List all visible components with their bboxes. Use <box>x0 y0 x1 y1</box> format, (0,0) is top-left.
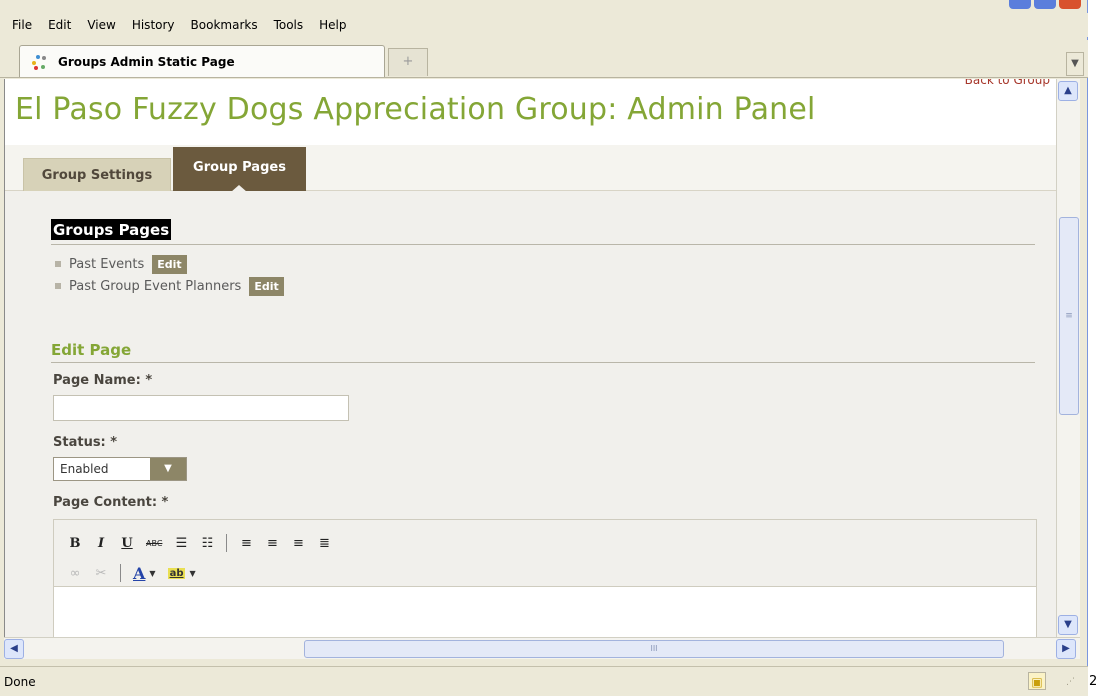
align-center-icon[interactable]: ≡ <box>265 536 279 551</box>
browser-tab-bar: Groups Admin Static Page + ▼ <box>0 40 1088 78</box>
underline-icon[interactable]: U <box>120 536 134 551</box>
status-text: Done <box>4 674 36 689</box>
scroll-up-icon[interactable]: ▲ <box>1058 81 1078 101</box>
vertical-scroll-thumb[interactable]: ≡ <box>1059 217 1079 415</box>
loading-favicon-icon <box>30 53 48 71</box>
numbered-list-icon[interactable]: ☷ <box>200 536 214 551</box>
lock-icon[interactable]: ▣ <box>1028 672 1046 690</box>
maximize-button[interactable] <box>1034 0 1056 9</box>
bullet-icon <box>55 283 61 289</box>
edit-button[interactable]: Edit <box>152 254 187 274</box>
list-item: Past Group Event Planners Edit <box>51 275 284 297</box>
page-content-label: Page Content: * <box>53 495 169 510</box>
status-selected-value: Enabled <box>60 462 109 476</box>
bold-icon[interactable]: B <box>68 536 82 551</box>
edit-page-heading: Edit Page <box>51 341 132 359</box>
page-title: El Paso Fuzzy Dogs Appreciation Group: A… <box>15 92 816 127</box>
page-viewport: Back to Group El Paso Fuzzy Dogs Appreci… <box>4 79 1056 637</box>
strikethrough-icon[interactable]: ABC <box>146 539 162 548</box>
back-to-group-link[interactable]: Back to Group <box>965 79 1050 87</box>
browser-window: File Edit View History Bookmarks Tools H… <box>0 0 1088 696</box>
chevron-down-icon[interactable]: ▼ <box>189 569 195 578</box>
new-tab-button[interactable]: + <box>388 48 428 76</box>
link-icon[interactable]: ∞ <box>68 566 82 581</box>
text-color-icon[interactable]: A <box>133 564 145 583</box>
groups-pages-section: Groups Pages <box>51 219 1035 245</box>
page-name-text: Past Group Event Planners <box>69 278 242 294</box>
resize-grip-icon[interactable]: ⋰ <box>1066 678 1080 693</box>
menu-bar: File Edit View History Bookmarks Tools H… <box>0 13 1088 37</box>
menu-bookmarks[interactable]: Bookmarks <box>183 16 266 34</box>
menu-file[interactable]: File <box>4 16 40 34</box>
bullet-icon <box>55 261 61 267</box>
groups-pages-heading: Groups Pages <box>51 219 172 240</box>
highlight-color-icon[interactable]: ab <box>167 567 186 579</box>
editor-content-area[interactable] <box>54 586 1036 637</box>
menu-history[interactable]: History <box>124 16 183 34</box>
toolbar-separator <box>120 564 121 582</box>
minimize-button[interactable] <box>1009 0 1031 9</box>
rich-text-editor: B I U ABC ☰ ☷ ≡ ≡ ≡ ≣ ∞ ✂ A ▼ ab ▼ <box>53 519 1037 637</box>
scroll-down-icon[interactable]: ▼ <box>1058 615 1078 635</box>
status-bar: Done ▣ ⋰ <box>0 666 1088 696</box>
editor-toolbar-row-1: B I U ABC ☰ ☷ ≡ ≡ ≡ ≣ <box>68 532 331 554</box>
scroll-left-icon[interactable]: ◀ <box>4 639 24 659</box>
page-name-input[interactable] <box>53 395 349 421</box>
edit-button[interactable]: Edit <box>249 276 284 296</box>
toolbar-separator <box>226 534 228 552</box>
menu-view[interactable]: View <box>79 16 123 34</box>
horizontal-scroll-thumb[interactable]: III <box>304 640 1004 658</box>
menu-help[interactable]: Help <box>311 16 354 34</box>
vertical-scrollbar[interactable]: ▲ ≡ ▼ <box>1056 79 1080 637</box>
edit-page-section: Edit Page <box>51 341 1035 363</box>
browser-tab-title: Groups Admin Static Page <box>58 54 235 69</box>
browser-tab[interactable]: Groups Admin Static Page <box>19 45 385 77</box>
tab-group-pages[interactable]: Group Pages <box>173 147 306 192</box>
italic-icon[interactable]: I <box>94 536 108 551</box>
dropdown-arrow-icon[interactable]: ▼ <box>150 458 186 480</box>
tab-group-pages-label: Group Pages <box>193 159 286 175</box>
align-right-icon[interactable]: ≡ <box>291 536 305 551</box>
menu-tools[interactable]: Tools <box>266 16 312 34</box>
scroll-right-icon[interactable]: ▶ <box>1056 639 1076 659</box>
menu-edit[interactable]: Edit <box>40 16 79 34</box>
close-window-button[interactable] <box>1059 0 1081 9</box>
page-name-text: Past Events <box>69 256 145 272</box>
status-select[interactable]: Enabled ▼ <box>53 457 187 481</box>
window-title-buttons <box>1009 0 1081 10</box>
page-name-label: Page Name: * <box>53 373 153 388</box>
unlink-icon[interactable]: ✂ <box>94 566 108 581</box>
tab-list-dropdown-icon[interactable]: ▼ <box>1066 52 1084 76</box>
content-panel: Groups Pages Past Events Edit Past Group… <box>5 191 1056 637</box>
tab-group-settings[interactable]: Group Settings <box>23 158 171 191</box>
align-left-icon[interactable]: ≡ <box>239 536 253 551</box>
admin-tabs: Group Settings Group Pages <box>5 145 1056 192</box>
groups-pages-list: Past Events Edit Past Group Event Planne… <box>51 253 284 297</box>
edge-text: 2 <box>1089 674 1097 689</box>
bullet-list-icon[interactable]: ☰ <box>174 536 188 551</box>
list-item: Past Events Edit <box>51 253 284 275</box>
editor-toolbar-row-2: ∞ ✂ A ▼ ab ▼ <box>68 562 196 584</box>
status-label: Status: * <box>53 435 118 450</box>
chevron-down-icon[interactable]: ▼ <box>149 569 155 578</box>
align-justify-icon[interactable]: ≣ <box>317 536 331 551</box>
horizontal-scrollbar[interactable]: ◀ III ▶ <box>4 637 1080 659</box>
tab-group-settings-label: Group Settings <box>41 167 153 183</box>
